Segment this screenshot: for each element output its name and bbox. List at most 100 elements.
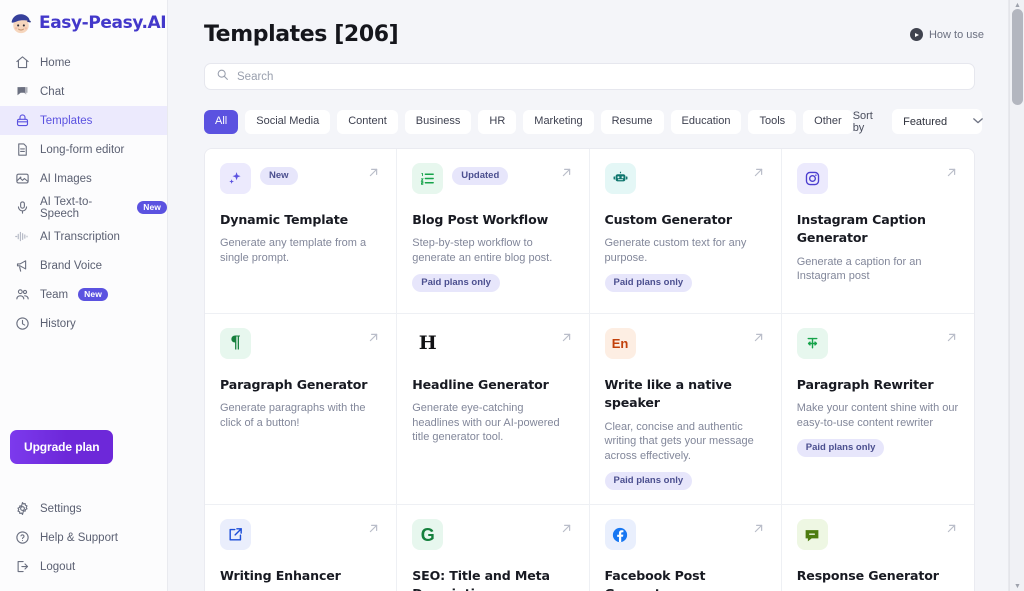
template-card[interactable]: Response Generator Reply to WhatsApp, Sl… (781, 505, 974, 591)
category-chip-hr[interactable]: HR (478, 109, 517, 134)
card-title: Instagram Caption Generator (796, 212, 926, 246)
template-card[interactable]: Paragraph Rewriter Make your content shi… (781, 314, 974, 506)
card-title: Writing Enhancer (220, 568, 341, 584)
sidebar-item-brand-voice[interactable]: Brand Voice (0, 251, 167, 280)
text-rewrite-icon (796, 328, 828, 359)
template-card[interactable]: En Write like a native speaker Clear, co… (589, 314, 782, 506)
category-chip-marketing[interactable]: Marketing (523, 109, 594, 134)
template-card[interactable]: ¶ Paragraph Generator Generate paragraph… (205, 314, 398, 506)
sidebar-item-settings[interactable]: Settings (0, 494, 167, 523)
card-top: New (220, 163, 381, 197)
category-chip-all[interactable]: All (204, 109, 239, 134)
card-top: En (604, 328, 766, 362)
card-top (796, 519, 959, 553)
open-arrow-icon[interactable] (559, 521, 574, 536)
open-arrow-icon[interactable] (944, 330, 959, 345)
sort-by-select[interactable]: Featured (892, 109, 983, 134)
sidebar-item-team[interactable]: Team New (0, 280, 167, 309)
open-arrow-icon[interactable] (751, 521, 766, 536)
open-arrow-icon[interactable] (751, 330, 766, 345)
robot-icon (604, 163, 636, 194)
document-icon (14, 142, 30, 158)
card-title: Dynamic Template (220, 212, 348, 227)
open-arrow-icon[interactable] (559, 330, 574, 345)
search-bar[interactable] (204, 63, 975, 90)
template-card[interactable]: Facebook Post Generator Easily create un… (589, 505, 782, 591)
sidebar-item-chat[interactable]: Chat (0, 77, 167, 106)
sidebar-item-ai-images[interactable]: AI Images (0, 164, 167, 193)
template-card[interactable]: Instagram Caption Generator Generate a c… (781, 149, 974, 314)
paid-plans-badge: Paid plans only (604, 472, 693, 491)
main-content: Templates [206] How to use All Social Me (168, 0, 1024, 591)
category-chip-education[interactable]: Education (670, 109, 742, 134)
open-arrow-icon[interactable] (944, 521, 959, 536)
template-card[interactable]: Updated Blog Post Workflow Step-by-step … (397, 149, 590, 314)
template-card[interactable]: H Headline Generator Generate eye-catchi… (397, 314, 590, 506)
search-input[interactable] (237, 70, 963, 83)
waveform-icon (14, 229, 30, 245)
page-header: Templates [206] How to use (204, 22, 984, 47)
category-chip-other[interactable]: Other (803, 109, 853, 134)
card-top (796, 328, 959, 362)
brand-logo[interactable]: Easy-Peasy.AI (0, 0, 167, 44)
open-arrow-icon[interactable] (366, 330, 381, 345)
letter-h-icon: H (412, 328, 443, 359)
open-arrow-icon[interactable] (559, 165, 574, 180)
how-to-use-button[interactable]: How to use (909, 28, 984, 41)
sidebar-item-templates[interactable]: Templates (0, 106, 167, 135)
sidebar-item-label: Brand Voice (40, 259, 103, 272)
sidebar-badge-new: New (78, 288, 108, 301)
sidebar-item-label: Team (40, 288, 69, 301)
pilcrow-icon: ¶ (220, 328, 251, 359)
card-description: Generate a caption for an Instagram post (796, 255, 922, 283)
sidebar-item-label: AI Text-to-Speech (40, 195, 93, 220)
card-top: ¶ (220, 328, 381, 362)
category-chips: All Social Media Content Business HR Mar… (204, 109, 853, 134)
sidebar-item-logout[interactable]: Logout (0, 552, 167, 581)
sidebar-item-label: Templates (40, 114, 93, 127)
sidebar-item-history[interactable]: History (0, 309, 167, 338)
sidebar-bottom-nav: Settings Help & Support Logout (0, 490, 167, 591)
card-top (604, 163, 766, 197)
google-icon: G (412, 519, 444, 551)
open-arrow-icon[interactable] (366, 521, 381, 536)
chevron-down-icon (973, 117, 983, 126)
template-card[interactable]: New Dynamic Template Generate any templa… (205, 149, 398, 314)
category-chip-social-media[interactable]: Social Media (245, 109, 331, 134)
open-arrow-icon[interactable] (366, 165, 381, 180)
clock-icon (14, 316, 30, 332)
template-card[interactable]: Writing Enhancer Improve your writing wi… (205, 505, 398, 591)
scroll-down-icon[interactable]: ▼ (1010, 581, 1024, 591)
microphone-icon (14, 200, 30, 216)
sidebar-item-ai-text-to-speech[interactable]: AI Text-to-Speech New (0, 193, 167, 222)
category-chip-content[interactable]: Content (337, 109, 398, 134)
upgrade-plan-button[interactable]: Upgrade plan (10, 430, 114, 464)
open-arrow-icon[interactable] (751, 165, 766, 180)
category-chip-business[interactable]: Business (404, 109, 472, 134)
category-chip-tools[interactable]: Tools (748, 109, 797, 134)
megaphone-icon (14, 258, 30, 274)
template-card[interactable]: Custom Generator Generate custom text fo… (589, 149, 782, 314)
page-scrollbar[interactable]: ▲ ▼ (1009, 0, 1024, 591)
template-card[interactable]: G SEO: Title and Meta Descriptions (397, 505, 590, 591)
scrollbar-thumb[interactable] (1012, 9, 1023, 105)
card-description: Generate eye-catching headlines with our… (412, 402, 560, 444)
page-title: Templates [206] (204, 22, 399, 47)
image-icon (14, 171, 30, 187)
sidebar-item-ai-transcription[interactable]: AI Transcription (0, 222, 167, 251)
sparkles-icon (220, 163, 251, 194)
edit-square-icon (220, 519, 251, 551)
sidebar-item-label: Help & Support (40, 531, 118, 544)
ordered-list-icon (412, 163, 444, 194)
card-description: Generate any template from a single prom… (220, 237, 367, 264)
sidebar-item-long-form-editor[interactable]: Long-form editor (0, 135, 167, 164)
open-arrow-icon[interactable] (944, 165, 959, 180)
sidebar-item-home[interactable]: Home (0, 48, 167, 77)
category-chip-resume[interactable]: Resume (600, 109, 664, 134)
sidebar-item-label: Chat (40, 85, 65, 98)
card-description: Clear, concise and authentic writing tha… (604, 420, 754, 462)
how-to-use-label: How to use (928, 28, 984, 41)
card-top (220, 519, 381, 553)
sidebar-item-help-support[interactable]: Help & Support (0, 523, 167, 552)
sidebar-item-label: Logout (40, 560, 76, 573)
